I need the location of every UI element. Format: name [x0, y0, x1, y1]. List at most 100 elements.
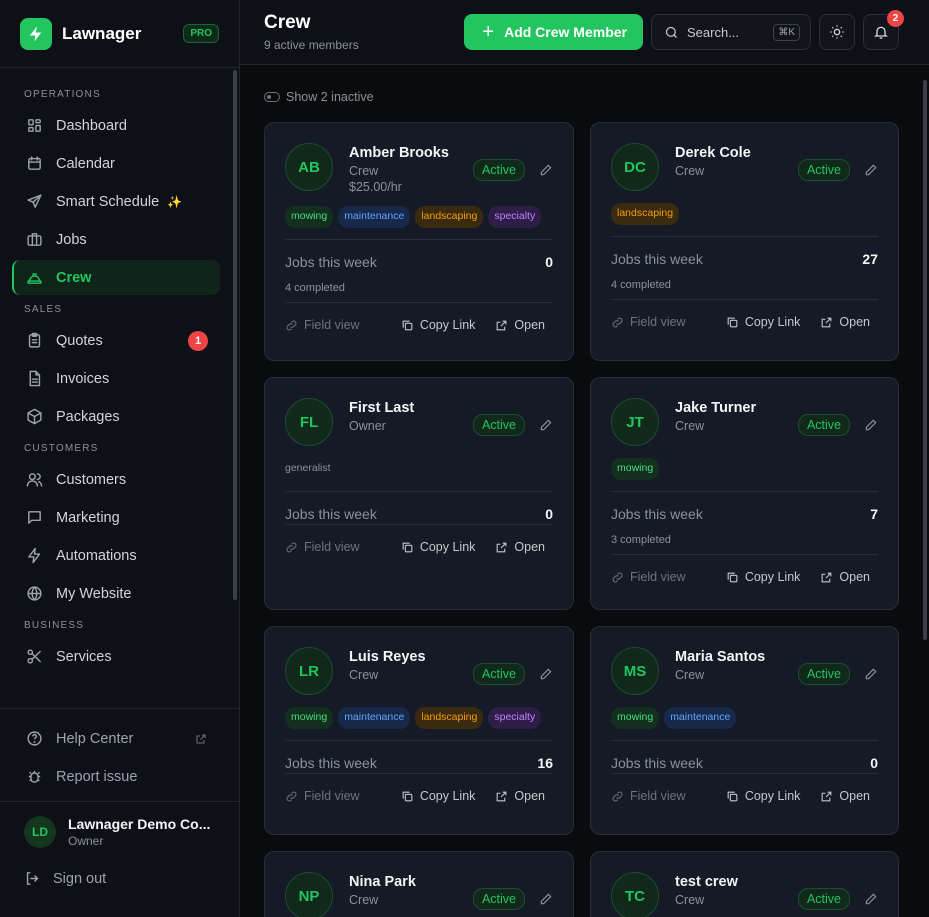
external-link-icon: [820, 790, 839, 803]
edit-icon[interactable]: [864, 892, 878, 906]
sidebar-item-customers[interactable]: Customers: [12, 462, 220, 497]
help-center-link[interactable]: Help Center: [12, 721, 220, 756]
add-crew-member-label: Add Crew Member: [504, 24, 627, 40]
open-button[interactable]: Open: [495, 789, 545, 803]
field-view-label: Field view: [304, 318, 360, 332]
help-center-label: Help Center: [56, 730, 134, 747]
skill-tag: generalist: [285, 462, 331, 474]
plus-icon: +: [482, 20, 495, 43]
copy-link-button[interactable]: Copy Link: [401, 540, 476, 554]
avatar: DC: [611, 143, 659, 191]
search-input[interactable]: Search... ⌘K: [651, 14, 811, 50]
sidebar-item-smart-schedule[interactable]: Smart Schedule ✨: [12, 184, 220, 219]
send-icon: [27, 194, 42, 208]
crew-role: Crew: [349, 668, 379, 682]
copy-link-button[interactable]: Copy Link: [401, 789, 475, 803]
sidebar-item-label: Dashboard: [56, 117, 127, 134]
copy-link-button[interactable]: Copy Link: [726, 789, 801, 803]
crew-card: DC Derek Cole Crew Active landscaping Jobs th…: [590, 122, 899, 361]
sidebar-item-label: Services: [56, 648, 112, 665]
open-label: Open: [839, 789, 870, 803]
crew-card: JT Jake Turner Crew Active mowing Jobs this w…: [590, 377, 899, 610]
field-view-label: Field view: [630, 570, 686, 584]
sidebar-item-label: Smart Schedule: [56, 193, 160, 210]
copy-link-button[interactable]: Copy Link: [726, 315, 801, 329]
skill-tag: mowing: [285, 707, 334, 729]
open-button[interactable]: Open: [495, 540, 545, 554]
open-label: Open: [839, 570, 870, 584]
page-title: Crew: [264, 12, 311, 33]
crew-role: Crew: [675, 419, 705, 433]
sidebar-item-label: Marketing: [56, 509, 120, 526]
report-issue-link[interactable]: Report issue: [12, 759, 220, 794]
link-icon: [285, 790, 304, 803]
copy-link-label: Copy Link: [744, 315, 801, 329]
divider: [285, 773, 553, 774]
notifications-button[interactable]: 2: [863, 10, 904, 50]
notification-count-badge: 2: [887, 10, 904, 27]
sidebar-item-quotes[interactable]: Quotes 1: [12, 323, 220, 358]
crew-rate: $25.00/hr: [349, 180, 402, 194]
crew-card: LR Luis Reyes Crew Active mowing maintenance l…: [264, 626, 574, 835]
jobs-week-count: 16: [537, 755, 553, 771]
show-inactive-toggle[interactable]: Show 2 inactive: [264, 89, 899, 105]
edit-icon[interactable]: [864, 163, 878, 177]
sidebar-item-calendar[interactable]: Calendar: [12, 146, 220, 181]
edit-icon[interactable]: [864, 667, 878, 681]
divider: [611, 554, 878, 555]
edit-icon[interactable]: [864, 418, 878, 432]
jobs-week-label: Jobs this week: [611, 755, 703, 771]
sidebar-item-services[interactable]: Services: [12, 639, 220, 674]
sidebar-item-invoices[interactable]: Invoices: [12, 361, 220, 396]
open-label: Open: [839, 315, 870, 329]
skill-tag: maintenance: [338, 206, 411, 228]
show-inactive-label: Show 2 inactive: [286, 90, 374, 104]
edit-icon[interactable]: [539, 667, 553, 681]
edit-icon[interactable]: [539, 892, 553, 906]
jobs-week-label: Jobs this week: [285, 254, 377, 270]
completed-count: 3 completed: [611, 534, 671, 546]
sidebar-item-label: My Website: [56, 585, 132, 602]
link-icon: [611, 316, 630, 329]
sidebar-item-crew[interactable]: Crew: [12, 260, 220, 295]
skill-tags: generalist: [285, 458, 553, 480]
sidebar: Lawnager PRO OPERATIONS Dashboard Calendar…: [0, 0, 240, 917]
copy-link-button[interactable]: Copy Link: [401, 318, 475, 332]
main-scrollbar[interactable]: [923, 80, 927, 640]
open-button[interactable]: Open: [495, 318, 545, 332]
status-badge: Active: [472, 159, 525, 181]
theme-toggle-button[interactable]: [819, 14, 855, 50]
edit-icon[interactable]: [539, 163, 553, 177]
sidebar-item-jobs[interactable]: Jobs: [12, 222, 220, 257]
avatar: JT: [611, 398, 659, 446]
edit-icon[interactable]: [539, 418, 553, 432]
open-button[interactable]: Open: [820, 789, 870, 803]
sidebar-scrollbar[interactable]: [233, 70, 237, 600]
copy-link-label: Copy Link: [419, 540, 476, 554]
add-crew-member-button[interactable]: + Add Crew Member: [464, 14, 643, 50]
sidebar-item-automations[interactable]: Automations: [12, 538, 220, 573]
copy-link-label: Copy Link: [744, 570, 801, 584]
copy-link-label: Copy Link: [744, 789, 801, 803]
sidebar-item-my-website[interactable]: My Website: [12, 576, 220, 611]
sidebar-item-dashboard[interactable]: Dashboard: [12, 108, 220, 143]
copy-icon: [726, 790, 745, 803]
sidebar-item-marketing[interactable]: Marketing: [12, 500, 220, 535]
open-button[interactable]: Open: [820, 570, 870, 584]
briefcase-icon: [27, 233, 42, 246]
skill-tags: mowing maintenance landscaping specialty: [285, 707, 553, 729]
sidebar-item-packages[interactable]: Packages: [12, 399, 220, 434]
field-view-button: Field view: [285, 540, 401, 554]
avatar: LR: [285, 647, 333, 695]
copy-link-button[interactable]: Copy Link: [726, 570, 801, 584]
crew-card: NP Nina Park Crew Active: [264, 851, 574, 917]
sign-out-button[interactable]: Sign out: [24, 870, 215, 887]
user-profile[interactable]: LD Lawnager Demo Co... Owner: [24, 816, 215, 848]
status-badge: Active: [472, 888, 525, 910]
search-shortcut: ⌘K: [773, 23, 800, 41]
open-button[interactable]: Open: [820, 315, 870, 329]
link-icon: [611, 790, 630, 803]
divider: [611, 236, 878, 237]
calendar-icon: [28, 156, 41, 170]
bug-icon: [28, 770, 41, 783]
